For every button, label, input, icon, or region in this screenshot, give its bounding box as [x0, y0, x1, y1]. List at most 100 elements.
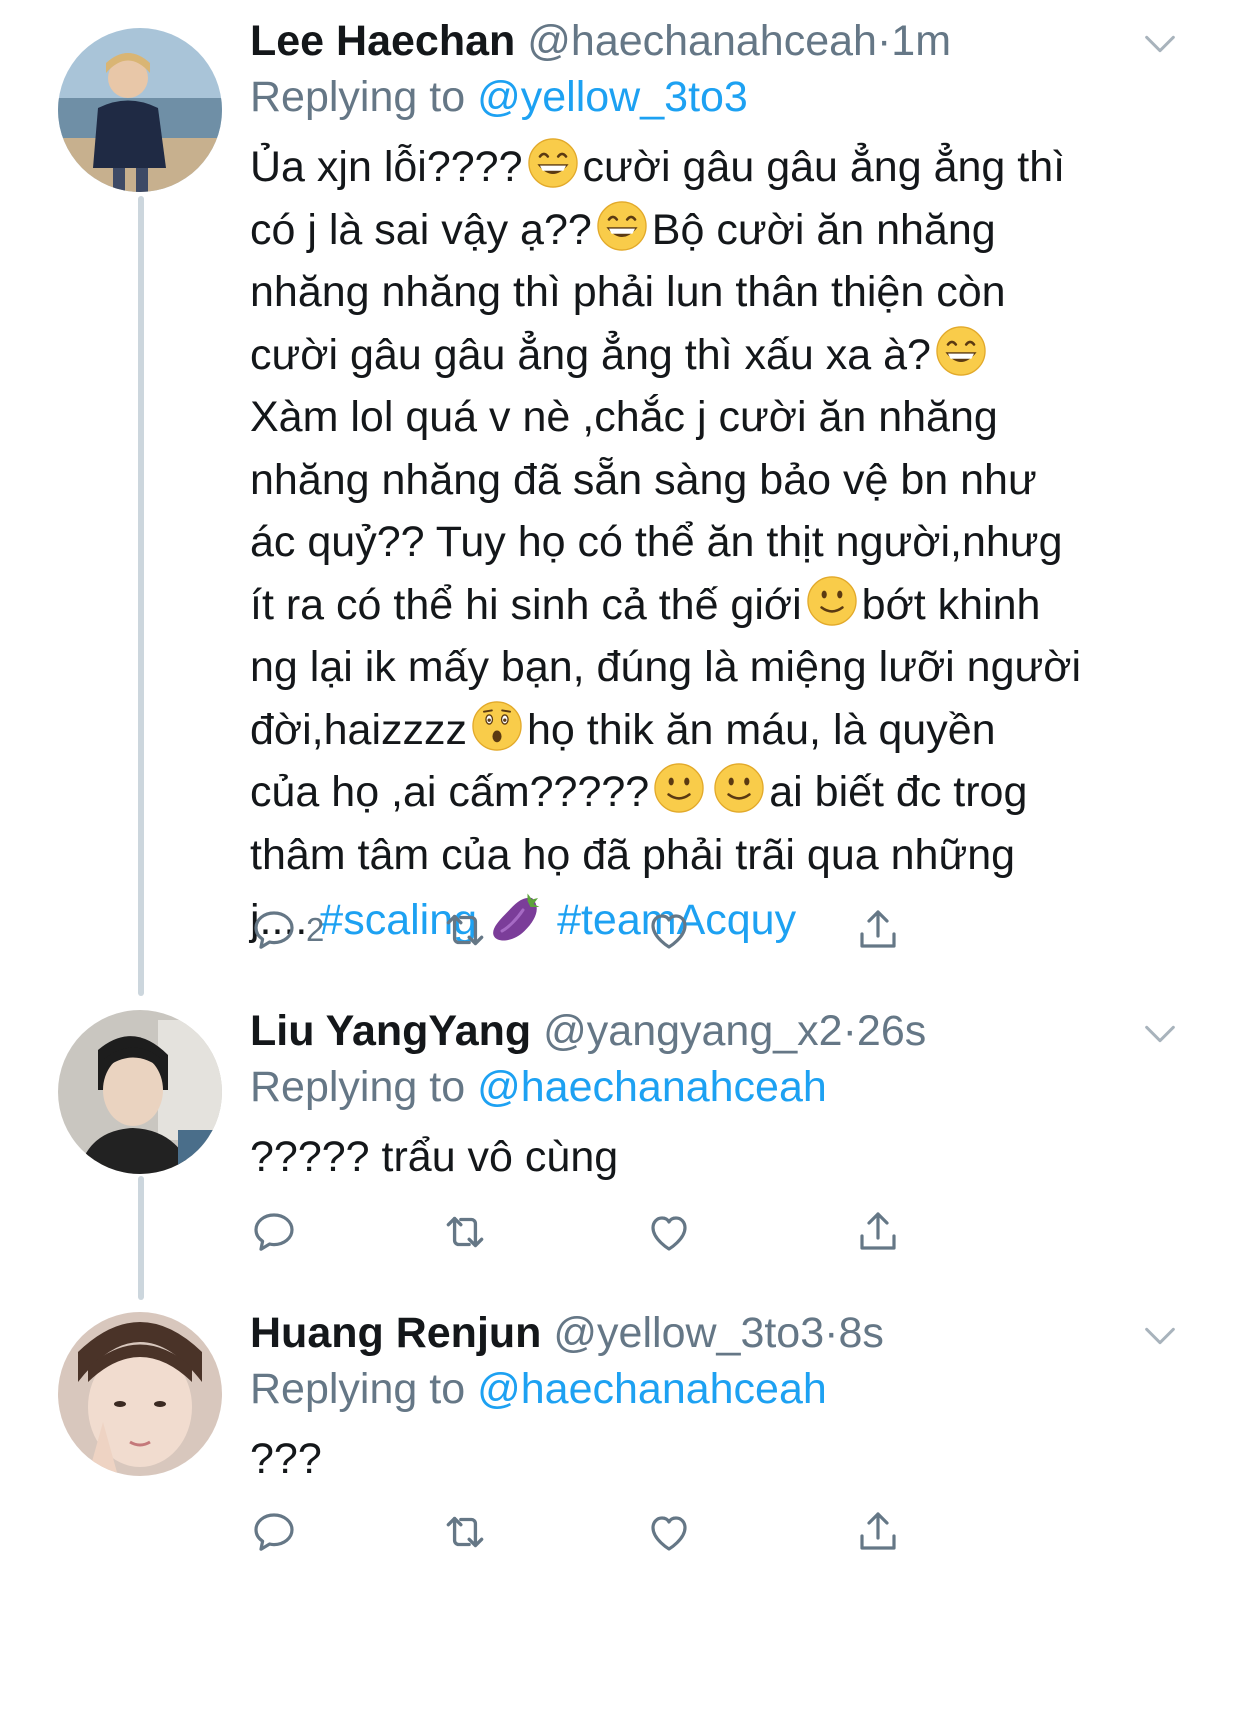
text-segment: Bộ cười ăn nhăng: [651, 205, 996, 254]
avatar[interactable]: [58, 1010, 222, 1174]
hushed-face-emoji: [471, 700, 523, 752]
text-segment: ít ra có thể hi sinh cả thế giới: [250, 580, 802, 629]
text-segment: bớt khinh: [861, 580, 1041, 629]
chevron-down-icon[interactable]: [1140, 1014, 1180, 1054]
text-line: ng lại ik mấy bạn, đúng là miệng lưỡi ng…: [250, 636, 1190, 699]
reply-button[interactable]: 2: [250, 900, 324, 960]
tweet-liu-yangyang[interactable]: Liu YangYang @yangyang_x2·26s Replying t…: [0, 1000, 1242, 1300]
like-icon: [645, 1208, 693, 1256]
text-line: nhăng nhăng thì phải lun thân thiện còn: [250, 261, 1190, 324]
tweet-text: Ủa xjn lỗi???? cười gâu gâu ẳng ẳng thì c…: [250, 136, 1190, 952]
grinning-face-emoji: [935, 325, 987, 377]
text-line: thâm tâm của họ đã phải trãi qua những: [250, 824, 1190, 887]
thread-line: [138, 1176, 144, 1300]
reply-count: 2: [306, 911, 325, 948]
timestamp[interactable]: 26s: [857, 1007, 926, 1055]
text-segment: Ủa xjn lỗi????: [250, 143, 523, 191]
text-segment: ng lại ik mấy bạn, đúng là miệng lưỡi ng…: [250, 643, 1082, 691]
text-line: có j là sai vậy ạ?? Bộ cười ăn nhăng: [250, 199, 1190, 262]
share-icon: [854, 906, 902, 954]
user-handle[interactable]: @yangyang_x2: [543, 1007, 842, 1055]
like-button[interactable]: [645, 900, 693, 960]
user-handle[interactable]: @haechanahceah: [527, 17, 877, 65]
text-segment: thâm tâm của họ đã phải trãi qua những: [250, 830, 1016, 879]
text-line: ác quỷ?? Tuy họ có thể ăn thịt người,như…: [250, 511, 1190, 574]
retweet-button[interactable]: [440, 900, 490, 960]
separator-dot: ·: [824, 1309, 839, 1357]
tweet-lee-haechan[interactable]: Lee Haechan @haechanahceah·1m Replying t…: [0, 0, 1242, 1000]
reply-icon: [250, 906, 298, 954]
chevron-down-icon[interactable]: [1140, 24, 1180, 64]
share-button[interactable]: [854, 1502, 902, 1562]
text-line: ít ra có thể hi sinh cả thế giới bớt khin…: [250, 574, 1190, 637]
text-segment: Xàm lol quá v nè ,chắc j cười ăn nhăng: [250, 393, 998, 441]
text-segment: của họ ,ai cấm?????: [250, 768, 650, 816]
retweet-icon: [440, 1507, 490, 1557]
text-segment: đời,haizzzz: [250, 705, 467, 754]
retweet-button[interactable]: [440, 1202, 490, 1262]
replying-to-label: Replying to: [250, 73, 466, 121]
separator-dot: ·: [842, 1007, 857, 1055]
slightly-smiling-face-emoji: [713, 762, 765, 814]
timestamp[interactable]: 1m: [891, 17, 951, 65]
replying-to: Replying to @haechanahceah: [250, 1060, 827, 1114]
text-line: ????? trẩu vô cùng: [250, 1133, 619, 1181]
user-handle[interactable]: @yellow_3to3: [553, 1309, 824, 1357]
share-icon: [854, 1208, 902, 1256]
text-segment: có j là sai vậy ạ??: [250, 205, 592, 254]
reply-icon: [250, 1208, 298, 1256]
avatar[interactable]: [58, 28, 222, 192]
like-button[interactable]: [645, 1502, 693, 1562]
like-icon: [645, 1508, 693, 1556]
text-segment: cười gâu gâu ẳng ẳng thì: [582, 143, 1066, 191]
mention-link[interactable]: @haechanahceah: [477, 1063, 827, 1111]
mention-link[interactable]: @yellow_3to3: [477, 73, 748, 121]
replying-to: Replying to @haechanahceah: [250, 1362, 827, 1416]
text-line: cười gâu gâu ẳng ẳng thì xấu xa à?: [250, 324, 1190, 387]
text-segment: nhăng nhăng thì phải lun thân thiện còn: [250, 268, 1006, 316]
slightly-smiling-face-emoji: [653, 762, 705, 814]
share-button[interactable]: [854, 900, 902, 960]
reply-button[interactable]: [250, 1502, 306, 1562]
tweet-text: ????? trẩu vô cùng: [250, 1126, 1190, 1189]
chevron-down-icon[interactable]: [1140, 1316, 1180, 1356]
avatar[interactable]: [58, 1312, 222, 1476]
display-name[interactable]: Liu YangYang: [250, 1007, 531, 1055]
text-segment: ác quỷ?? Tuy họ có thể ăn thịt người,như…: [250, 518, 1063, 566]
text-segment: ai biết đc trog: [769, 768, 1028, 816]
text-line: nhăng nhăng đã sẵn sàng bảo vệ bn như: [250, 449, 1190, 512]
text-segment: nhăng nhăng đã sẵn sàng bảo vệ bn như: [250, 455, 1037, 504]
like-icon: [645, 906, 693, 954]
text-line: của họ ,ai cấm????? ai biết đc trog: [250, 761, 1190, 824]
avatar-photo: [58, 28, 222, 192]
grinning-face-emoji: [527, 137, 579, 189]
reply-button[interactable]: [250, 1202, 306, 1262]
text-line: Ủa xjn lỗi???? cười gâu gâu ẳng ẳng thì: [250, 136, 1190, 199]
share-icon: [854, 1508, 902, 1556]
display-name[interactable]: Lee Haechan: [250, 17, 515, 65]
tweet-huang-renjun[interactable]: Huang Renjun @yellow_3to3·8s Replying to…: [0, 1300, 1242, 1725]
reply-icon: [250, 1508, 298, 1556]
avatar-photo: [58, 1312, 222, 1476]
tweet-actions: [250, 1202, 1010, 1262]
grinning-face-emoji: [596, 200, 648, 252]
retweet-button[interactable]: [440, 1502, 490, 1562]
text-segment: cười gâu gâu ẳng ẳng thì xấu xa à?: [250, 330, 931, 379]
text-line: đời,haizzzz họ thik ăn máu, là quyền: [250, 699, 1190, 762]
text-line: ???: [250, 1435, 322, 1483]
display-name[interactable]: Huang Renjun: [250, 1309, 541, 1357]
retweet-icon: [440, 1207, 490, 1257]
replying-to: Replying to @yellow_3to3: [250, 70, 748, 124]
retweet-icon: [440, 905, 490, 955]
mention-link[interactable]: @haechanahceah: [477, 1365, 827, 1413]
timestamp[interactable]: 8s: [838, 1309, 883, 1357]
tweet-header: Lee Haechan @haechanahceah·1m: [250, 14, 951, 68]
tweet-actions: [250, 1502, 1010, 1562]
tweet-actions: 2: [250, 900, 1010, 960]
avatar-photo: [58, 1010, 222, 1174]
tweet-header: Liu YangYang @yangyang_x2·26s: [250, 1004, 926, 1058]
tweet-header: Huang Renjun @yellow_3to3·8s: [250, 1306, 884, 1360]
share-button[interactable]: [854, 1202, 902, 1262]
separator-dot: ·: [876, 17, 892, 65]
like-button[interactable]: [645, 1202, 693, 1262]
